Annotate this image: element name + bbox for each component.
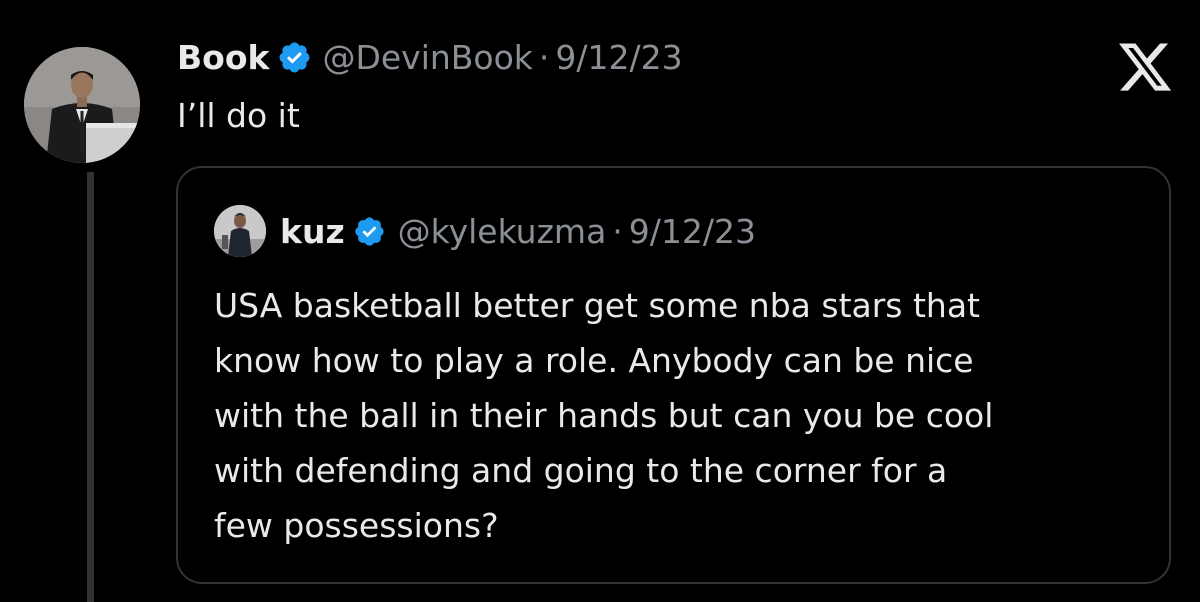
author-name[interactable]: Book [177,38,269,77]
tweet-text: I’ll do it [177,96,300,135]
quoted-tweet-text-line: with the ball in their hands but can you… [214,396,994,435]
dot-separator: · [538,37,550,77]
quoted-tweet-card[interactable]: kuz @kylekuzma · 9/12/23 USA basketball … [176,166,1171,584]
quoted-tweet-text-line: with defending and going to the corner f… [214,451,948,490]
quoted-tweet-text-line: know how to play a role. Anybody can be … [214,341,974,380]
quoted-author-handle[interactable]: @kylekuzma [398,212,607,251]
thread-connector-line [87,172,94,602]
verified-badge-icon [280,42,310,72]
x-logo-icon [1119,43,1172,91]
quoted-author-avatar-image [214,205,266,257]
author-handle[interactable]: @DevinBook [322,38,532,77]
author-avatar[interactable] [24,47,140,163]
quoted-author-avatar[interactable] [214,205,266,257]
quoted-tweet-date[interactable]: 9/12/23 [629,212,756,251]
tweet-date[interactable]: 9/12/23 [555,38,682,77]
quoted-tweet-text: USA basketball better get some nba stars… [214,278,1144,553]
quoted-tweet-text-line: USA basketball better get some nba stars… [214,286,980,325]
quoted-tweet-header: kuz @kylekuzma · 9/12/23 [214,205,756,257]
quoted-tweet-text-line: few possessions? [214,506,499,545]
tweet-header: Book @DevinBook · 9/12/23 [177,33,683,81]
quoted-author-name[interactable]: kuz [280,212,345,251]
dot-separator: · [612,211,623,251]
verified-badge-icon [355,216,384,246]
author-avatar-image [24,47,140,163]
